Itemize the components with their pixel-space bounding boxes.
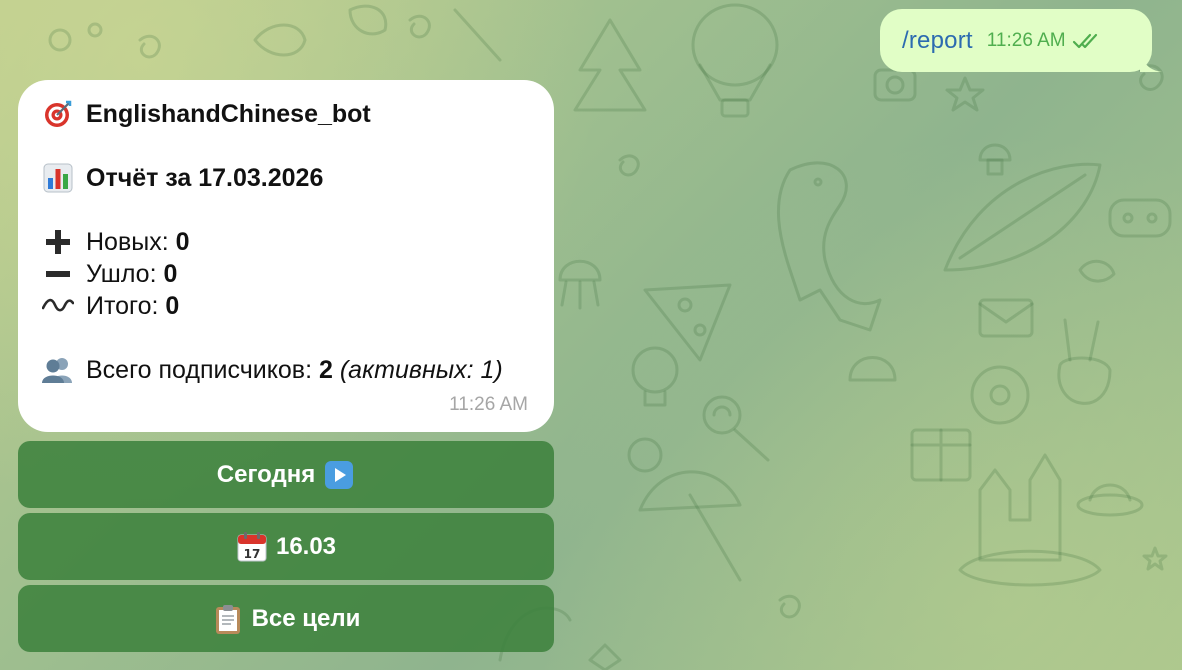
double-check-read-icon [1072, 31, 1102, 51]
svg-text:17: 17 [244, 547, 261, 561]
play-button-icon [323, 459, 355, 491]
report-title: Отчёт за 17.03.2026 [86, 163, 324, 192]
bubble-tail [1140, 50, 1162, 72]
bar-chart-icon [42, 162, 74, 194]
left-line: Ушло: 0 [42, 258, 530, 290]
bot-name-line: EnglishandChinese_bot [42, 98, 530, 130]
new-value: 0 [175, 227, 190, 256]
message-time: 11:26 AM [449, 394, 528, 415]
left-value: 0 [163, 259, 178, 288]
left-label: Ушло: [86, 259, 157, 288]
calendar-icon: 17 [236, 531, 268, 563]
target-icon [42, 98, 74, 130]
active-count: (активных: 1) [339, 355, 503, 384]
report-title-line: Отчёт за 17.03.2026 [42, 162, 530, 194]
date-label: 16.03 [275, 532, 337, 560]
command-link[interactable]: /report [902, 27, 973, 55]
outgoing-message-bubble[interactable]: /report 11:26 AM [880, 9, 1162, 72]
minus-icon [42, 258, 74, 290]
bot-name: EnglishandChinese_bot [86, 99, 371, 128]
all-goals-label: Все цели [251, 604, 361, 632]
today-label: Сегодня [216, 460, 316, 488]
subscribers-value: 2 [319, 355, 333, 384]
people-icon [42, 354, 74, 386]
date-16-03-button[interactable]: 17 16.03 [18, 513, 554, 580]
plus-icon [42, 226, 74, 258]
clipboard-icon [212, 603, 244, 635]
total-value: 0 [165, 291, 180, 320]
subscribers-label: Всего подписчиков: [86, 355, 313, 384]
bot-report-message[interactable]: EnglishandChinese_bot Отчёт за 17.03.202… [18, 80, 554, 432]
new-label: Новых: [86, 227, 169, 256]
today-button[interactable]: Сегодня [18, 441, 554, 508]
total-label: Итого: [86, 291, 159, 320]
all-goals-button[interactable]: Все цели [18, 585, 554, 652]
message-time: 11:26 AM [986, 29, 1066, 51]
message-meta: 11:26 AM [987, 30, 1102, 52]
total-line: Итого: 0 [42, 290, 530, 322]
new-line: Новых: 0 [42, 226, 530, 258]
subscribers-line: Всего подписчиков: 2 (активных: 1) [42, 354, 530, 386]
wavy-dash-icon [42, 290, 74, 322]
